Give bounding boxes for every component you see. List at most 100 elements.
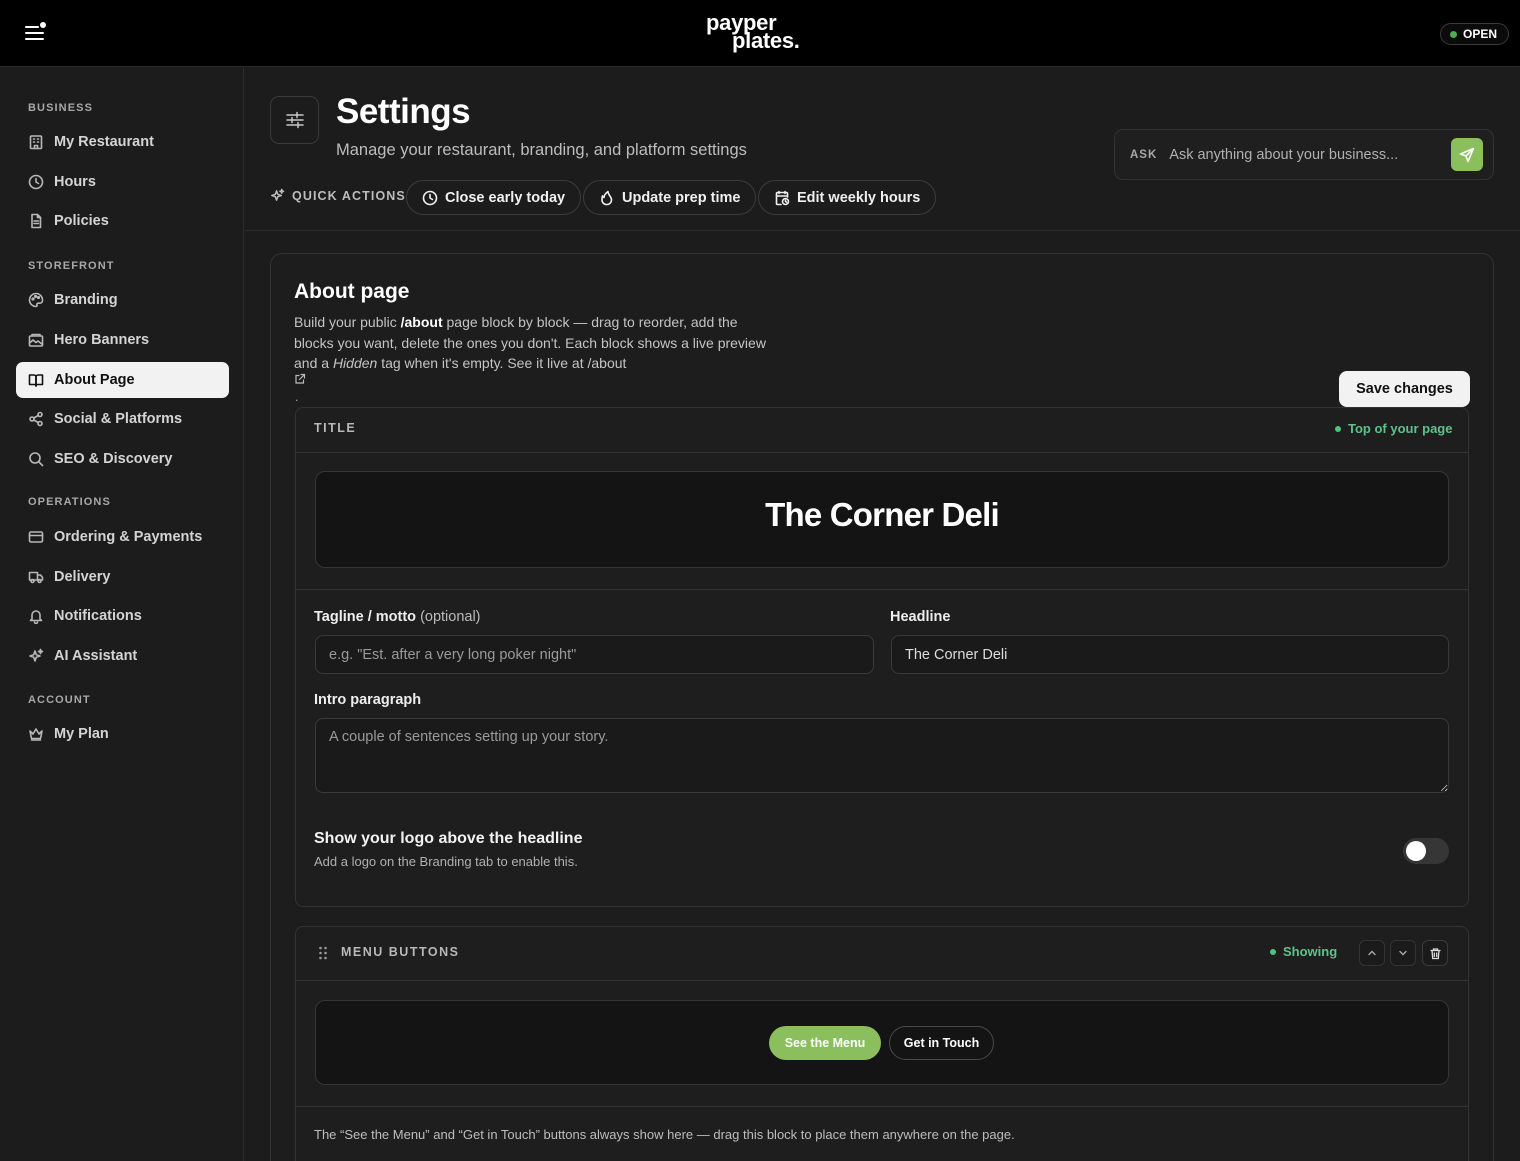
- logo-toggle-title: Show your logo above the headline: [314, 830, 583, 847]
- sidebar-item-label: Delivery: [54, 569, 111, 585]
- drag-handle-icon[interactable]: [318, 946, 328, 960]
- bell-icon: [28, 608, 44, 624]
- ask-label: ASK: [1130, 148, 1158, 161]
- ask-assistant-box: ASK: [1114, 129, 1494, 180]
- sidebar-item-seo-discovery[interactable]: SEO & Discovery: [16, 441, 229, 477]
- brand-logo[interactable]: payper plates.: [706, 12, 810, 56]
- sparkles-icon: [28, 648, 44, 664]
- menu-buttons-status-text: Showing: [1283, 944, 1338, 959]
- sparkles-icon: [270, 188, 285, 203]
- palette-icon: [28, 292, 44, 308]
- document-icon: [28, 213, 44, 229]
- sidebar-item-label: AI Assistant: [54, 648, 138, 664]
- sidebar-item-label: Policies: [54, 213, 109, 229]
- sidebar-item-ordering-payments[interactable]: Ordering & Payments: [16, 519, 229, 555]
- close-early-today-button[interactable]: Close early today: [406, 180, 582, 215]
- title-block-status-text: Top of your page: [1348, 421, 1453, 436]
- sidebar-item-label: About Page: [54, 372, 135, 388]
- sidebar-item-policies[interactable]: Policies: [16, 203, 229, 239]
- get-in-touch-button[interactable]: Get in Touch: [889, 1026, 994, 1060]
- sidebar-item-social-platforms[interactable]: Social & Platforms: [16, 401, 229, 437]
- header-divider: [245, 230, 1520, 231]
- logo-toggle-subtitle: Add a logo on the Branding tab to enable…: [314, 854, 578, 869]
- menu-icon[interactable]: [24, 21, 48, 43]
- headline-input[interactable]: [891, 635, 1449, 674]
- clock-icon: [28, 174, 44, 190]
- sidebar-item-label: Branding: [54, 292, 118, 308]
- toggle-knob: [1406, 841, 1426, 861]
- sidebar-item-label: SEO & Discovery: [54, 451, 173, 467]
- sidebar-item-branding[interactable]: Branding: [16, 282, 229, 318]
- sidebar-item-delivery[interactable]: Delivery: [16, 559, 229, 595]
- image-icon: [28, 332, 44, 348]
- quick-actions-text: QUICK ACTIONS: [292, 188, 406, 203]
- block-header-divider: [296, 980, 1468, 981]
- truck-icon: [28, 569, 44, 585]
- sidebar-item-my-plan[interactable]: My Plan: [16, 716, 229, 752]
- page-subtitle: Manage your restaurant, branding, and pl…: [336, 141, 747, 159]
- delete-block-button[interactable]: [1422, 940, 1448, 966]
- block-preview-divider: [296, 1106, 1468, 1107]
- see-the-menu-button[interactable]: See the Menu: [769, 1026, 881, 1060]
- status-dot-icon: [1335, 425, 1341, 432]
- send-icon: [1459, 147, 1475, 163]
- sidebar-item-label: My Plan: [54, 726, 109, 742]
- settings-sliders-icon: [270, 96, 319, 144]
- sidebar-item-label: Hero Banners: [54, 332, 150, 348]
- sidebar-item-my-restaurant[interactable]: My Restaurant: [16, 124, 229, 160]
- calendar-clock-icon: [774, 190, 790, 206]
- title-block-status: Top of your page: [1335, 421, 1452, 436]
- block-preview-divider: [296, 589, 1468, 590]
- move-down-button[interactable]: [1390, 940, 1416, 966]
- desc-live-link[interactable]: tag when it's empty. See it live at /abo…: [377, 355, 626, 371]
- sidebar-item-about-page[interactable]: About Page: [16, 362, 229, 398]
- status-dot-icon: [1270, 948, 1276, 955]
- search-icon: [28, 451, 44, 467]
- external-link-icon[interactable]: [294, 373, 306, 385]
- menu-buttons-note: The “See the Menu” and “Get in Touch” bu…: [314, 1127, 1015, 1142]
- about-page-description: Build your public /about page block by b…: [294, 312, 774, 374]
- intro-paragraph-textarea[interactable]: [315, 718, 1449, 793]
- tagline-optional-text: (optional): [420, 609, 481, 625]
- open-status-label: OPEN: [1463, 27, 1498, 41]
- save-changes-button[interactable]: Save changes: [1339, 371, 1470, 407]
- sidebar-item-notifications[interactable]: Notifications: [16, 598, 229, 634]
- menu-buttons-status: Showing: [1270, 944, 1337, 959]
- logo-toggle-switch[interactable]: [1403, 838, 1449, 864]
- top-bar: payper plates. OPEN: [0, 0, 1520, 67]
- sidebar-item-label: Ordering & Payments: [54, 529, 203, 545]
- move-up-button[interactable]: [1359, 940, 1385, 966]
- quick-action-label: Close early today: [445, 189, 566, 206]
- page-title: Settings: [336, 92, 471, 131]
- edit-weekly-hours-button[interactable]: Edit weekly hours: [758, 180, 937, 215]
- menu-buttons-block-label: MENU BUTTONS: [341, 945, 460, 959]
- sidebar-item-label: My Restaurant: [54, 134, 154, 150]
- sidebar-item-label: Notifications: [54, 608, 142, 624]
- desc-path: /about: [400, 314, 443, 330]
- open-status-badge[interactable]: OPEN: [1440, 23, 1510, 45]
- sidebar-section-operations: OPERATIONS: [28, 496, 111, 508]
- sidebar-item-hero-banners[interactable]: Hero Banners: [16, 322, 229, 358]
- desc-hidden-tag: Hidden: [332, 355, 378, 371]
- menu-buttons-preview: [315, 1000, 1449, 1085]
- flame-icon: [599, 190, 615, 206]
- share-icon: [28, 411, 44, 427]
- tagline-input[interactable]: [315, 635, 874, 674]
- title-preview: The Corner Deli: [315, 471, 1449, 568]
- sidebar-item-ai-assistant[interactable]: AI Assistant: [16, 638, 229, 674]
- intro-paragraph-label: Intro paragraph: [314, 692, 422, 708]
- title-block-label: TITLE: [314, 421, 357, 435]
- update-prep-time-button[interactable]: Update prep time: [583, 180, 757, 215]
- sidebar-item-label: Social & Platforms: [54, 411, 183, 427]
- send-button[interactable]: [1451, 138, 1483, 171]
- trash-icon: [1429, 947, 1442, 960]
- sidebar-item-hours[interactable]: Hours: [16, 164, 229, 200]
- block-header-divider: [296, 452, 1468, 453]
- sidebar-section-account: ACCOUNT: [28, 694, 91, 706]
- headline-label: Headline: [890, 609, 951, 625]
- chevron-up-icon: [1366, 947, 1378, 959]
- ask-input[interactable]: [1169, 146, 1440, 163]
- crown-icon: [28, 726, 44, 742]
- book-open-icon: [28, 372, 44, 388]
- status-dot-icon: [1450, 30, 1457, 38]
